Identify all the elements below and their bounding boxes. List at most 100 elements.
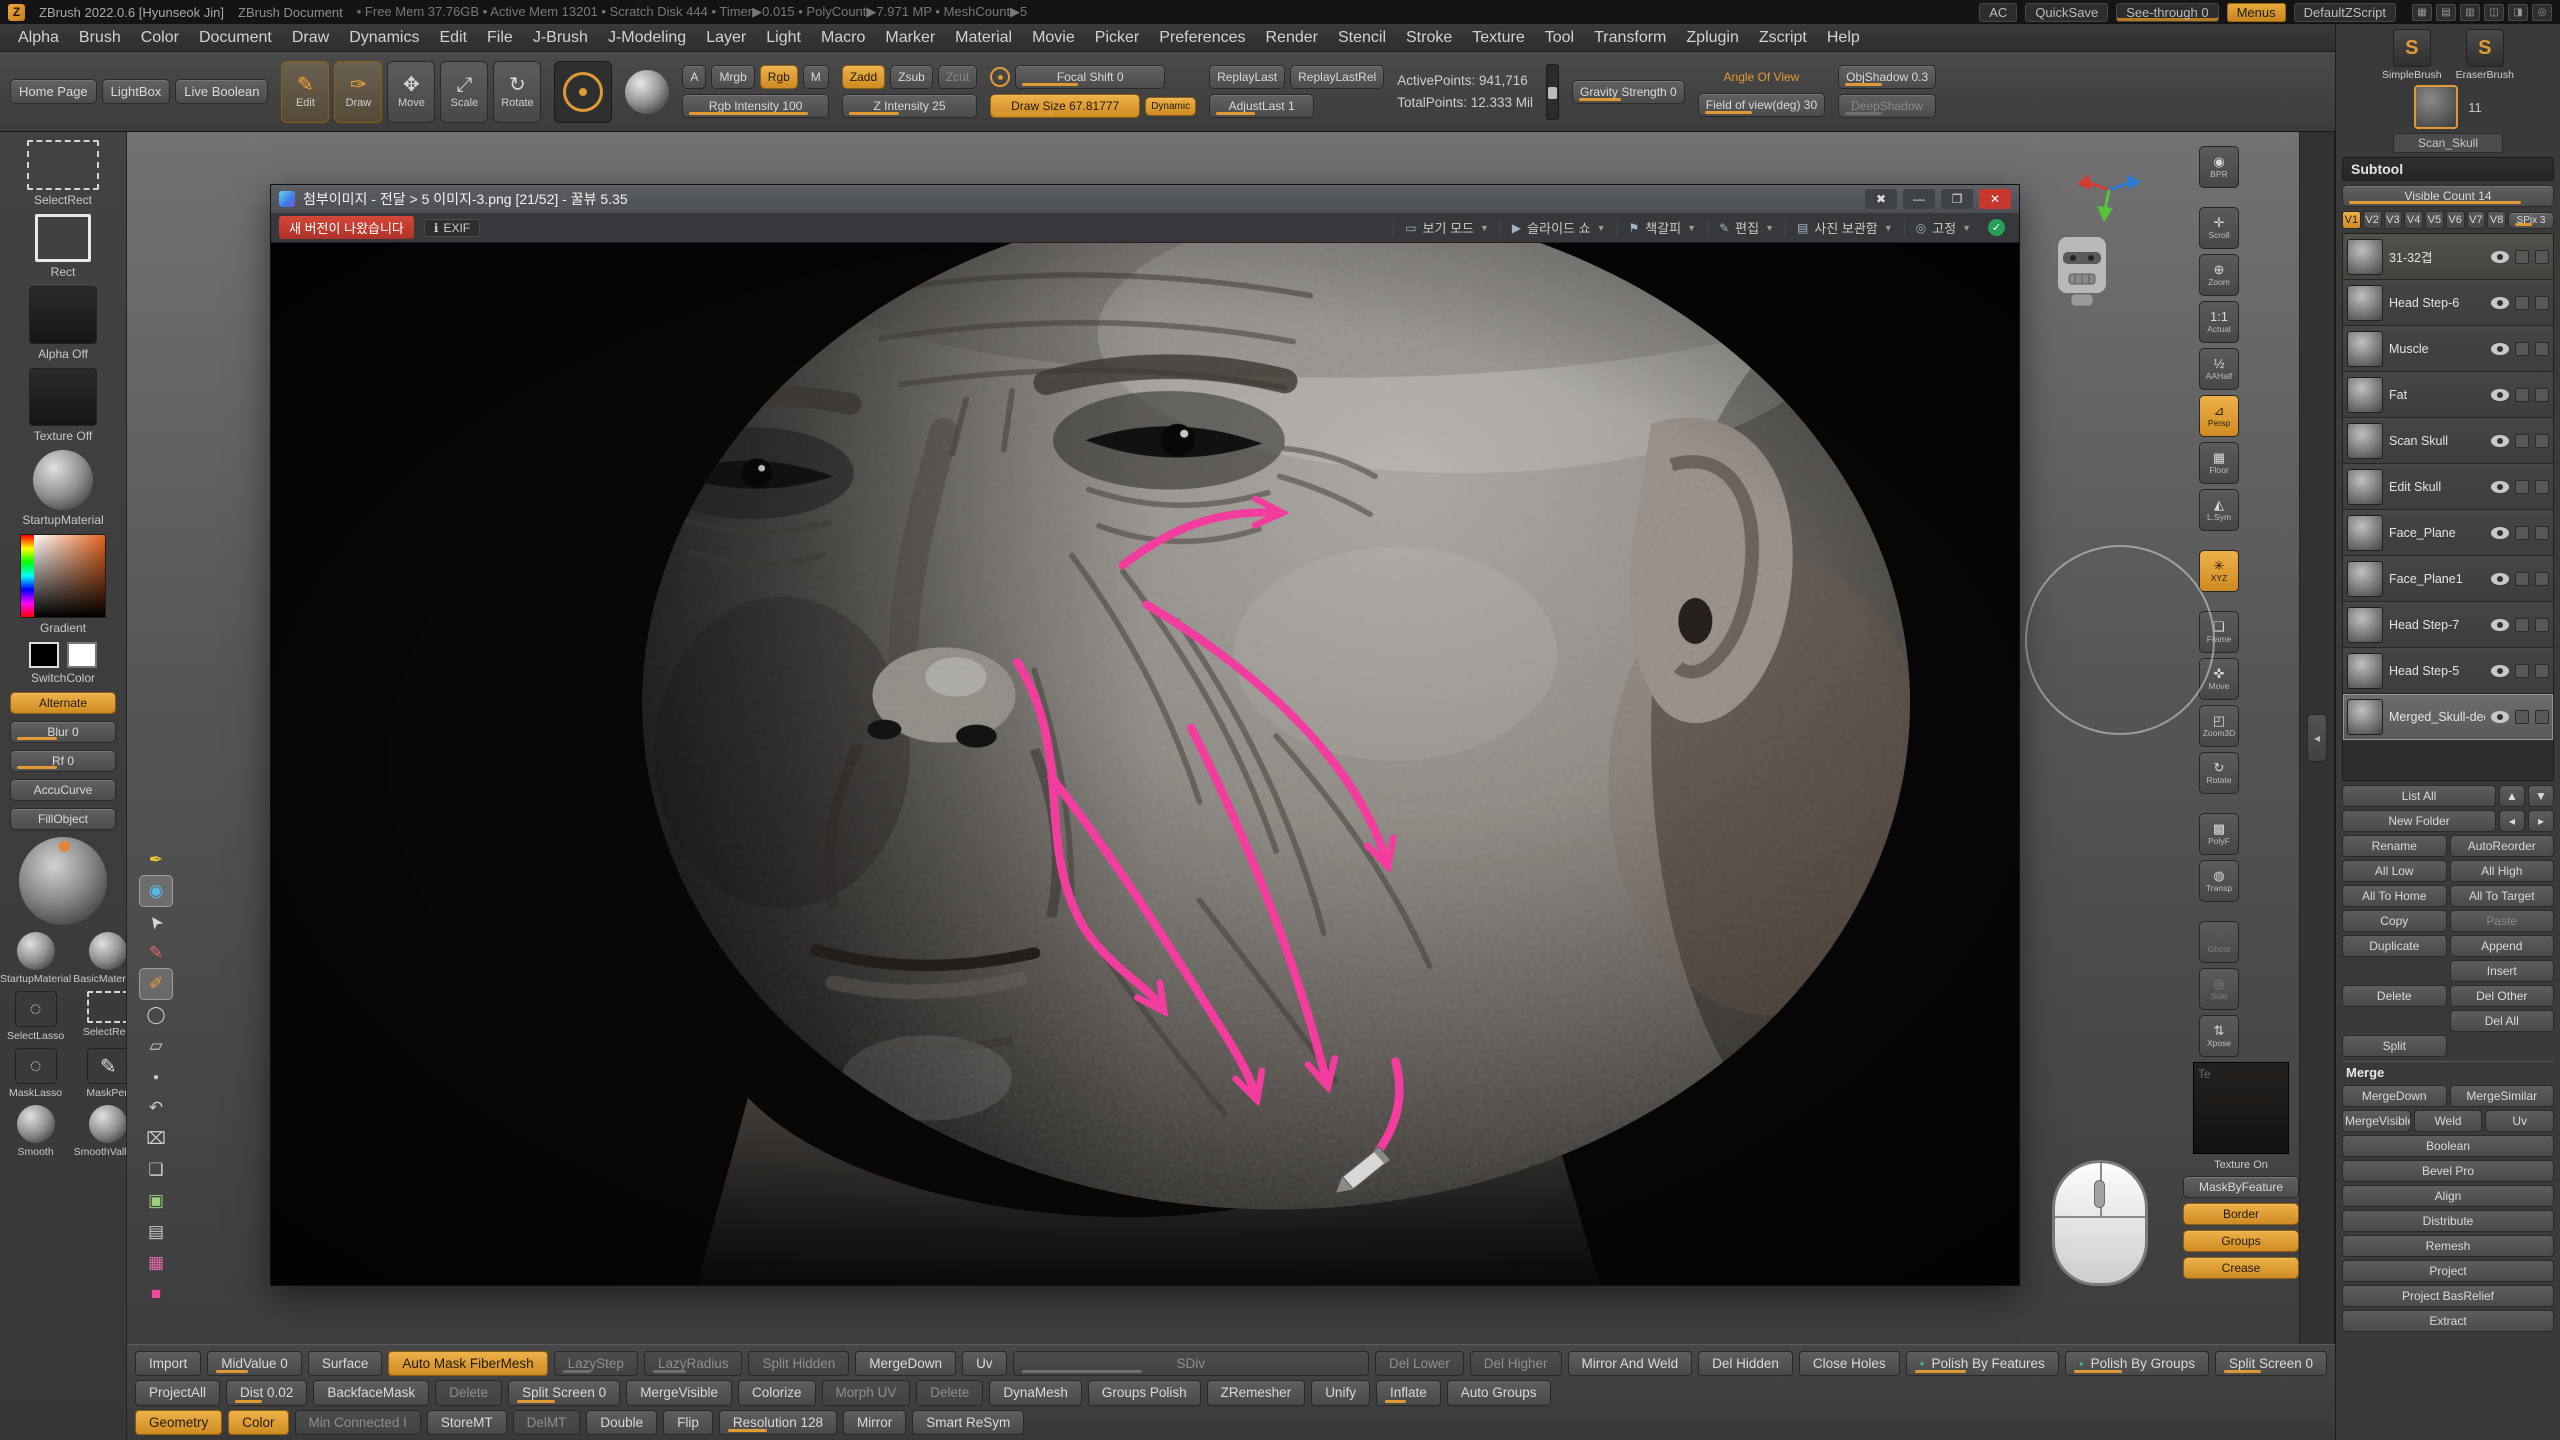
subtool-thumbnail[interactable] <box>2347 561 2383 597</box>
eye-icon[interactable] <box>2491 527 2509 539</box>
obj-shadow-slider[interactable]: ObjShadow 0.3 <box>1838 65 1936 89</box>
subtool-action-button[interactable]: Del Other <box>2450 985 2555 1007</box>
layout-preset-icon[interactable]: ◨ <box>2508 4 2528 21</box>
color-picker[interactable]: Gradient <box>20 534 106 635</box>
bottom-button[interactable]: BackfaceMask <box>313 1380 429 1405</box>
pen-icon[interactable]: ✎ <box>140 938 172 968</box>
tray-collapse-handle[interactable]: ◂ <box>2307 714 2327 762</box>
left-tray-item[interactable]: Texture Off <box>29 368 97 443</box>
bottom-button[interactable]: Colorize <box>738 1380 816 1405</box>
titlebar-button[interactable]: Menus <box>2227 3 2286 22</box>
merge-action-button[interactable]: Remesh <box>2342 1235 2554 1257</box>
eye-icon[interactable] <box>2491 435 2509 447</box>
layout-preset-icon[interactable]: ◫ <box>2484 4 2504 21</box>
bottom-button[interactable]: Split Screen 0 <box>2215 1351 2327 1376</box>
left-tray-item[interactable]: Smooth <box>17 1105 55 1158</box>
right-shelf-button[interactable]: ✳ XYZ <box>2199 550 2239 592</box>
bottom-button[interactable]: Min Connected I <box>295 1410 421 1435</box>
polypaint-toggle-icon[interactable] <box>2515 664 2529 678</box>
merge-action-button[interactable]: Align <box>2342 1185 2554 1207</box>
right-shelf-button[interactable]: ◌ Ghost <box>2199 921 2239 963</box>
fillobject-button[interactable]: FillObject <box>10 808 116 830</box>
subtool-action-button[interactable]: Copy <box>2342 910 2447 932</box>
uv-toggle-icon[interactable] <box>2535 480 2549 494</box>
eye-icon[interactable] <box>2491 297 2509 309</box>
bottom-button[interactable]: Polish By Features <box>1906 1351 2059 1376</box>
bottom-button[interactable]: Split Hidden <box>748 1351 849 1376</box>
subtool-action-button[interactable]: New Folder <box>2342 810 2496 832</box>
polypaint-toggle-icon[interactable] <box>2515 434 2529 448</box>
right-shelf-button[interactable]: ⊕ Zoom <box>2199 254 2239 296</box>
subtool-action-button[interactable]: Split <box>2342 1035 2447 1057</box>
fov-slider[interactable]: Field of view(deg) 30 <box>1698 93 1825 117</box>
bottom-button[interactable]: MidValue 0 <box>207 1351 302 1376</box>
palette-icon[interactable]: ▦ <box>140 1248 172 1278</box>
menu-item[interactable]: Texture <box>1462 27 1534 49</box>
bottom-button[interactable]: Double <box>586 1410 657 1435</box>
rf-slider[interactable]: Rf 0 <box>10 750 116 772</box>
left-tray-item[interactable]: Alpha Off <box>29 286 97 361</box>
focal-shift-slider[interactable]: Focal Shift 0 <box>1015 65 1165 89</box>
titlebar-button[interactable]: See-through 0 <box>2116 3 2218 22</box>
points-vslider[interactable] <box>1546 64 1559 120</box>
bottom-button[interactable]: Delete <box>916 1380 983 1405</box>
subtool-view-tab[interactable]: V4 <box>2404 211 2423 229</box>
viewer-menu-item[interactable]: ⚑ 책갈피 ▼ <box>1617 218 1708 237</box>
subtool-row[interactable]: Head Step-5 <box>2343 648 2553 694</box>
left-tray-item[interactable]: StartupMaterial <box>22 450 103 527</box>
bottom-button[interactable]: Groups Polish <box>1088 1380 1201 1405</box>
texture-thumbnail[interactable]: Te <box>2193 1062 2289 1154</box>
layout-preset-icon[interactable]: ◎ <box>2532 4 2552 21</box>
pin-icon[interactable]: ✒ <box>140 845 172 875</box>
strip-button[interactable]: MaskByFeature <box>2183 1176 2299 1198</box>
right-shelf-button[interactable]: ◉ BPR <box>2199 146 2239 188</box>
subtool-view-tab[interactable]: V2 <box>2363 211 2382 229</box>
right-shelf-button[interactable]: ⇅ Xpose <box>2199 1015 2239 1057</box>
menu-item[interactable]: Draw <box>282 27 339 49</box>
merge-action-button[interactable]: Bevel Pro <box>2342 1160 2554 1182</box>
merge-action-button[interactable]: Extract <box>2342 1310 2554 1332</box>
main-color-swatch[interactable] <box>29 642 59 668</box>
right-shelf-button[interactable]: ½ AAHalf <box>2199 348 2239 390</box>
draw-button[interactable]: ✑Draw <box>334 61 382 123</box>
subtool-thumbnail[interactable] <box>2347 285 2383 321</box>
uv-toggle-icon[interactable] <box>2535 434 2549 448</box>
subtool-action-button[interactable]: Duplicate <box>2342 935 2447 957</box>
subtool-action-button[interactable]: Rename <box>2342 835 2447 857</box>
bottom-button[interactable]: Del Lower <box>1375 1351 1464 1376</box>
bottom-button[interactable]: Flip <box>663 1410 713 1435</box>
uv-toggle-icon[interactable] <box>2535 572 2549 586</box>
gravity-slider[interactable]: Gravity Strength 0 <box>1572 80 1685 104</box>
bottom-button[interactable]: MergeDown <box>855 1351 956 1376</box>
adjust-last-slider[interactable]: AdjustLast 1 <box>1209 94 1314 118</box>
z-intensity-slider[interactable]: Z Intensity 25 <box>842 94 977 118</box>
eye-icon[interactable] <box>2491 343 2509 355</box>
right-shelf-button[interactable]: ⊿ Persp <box>2199 395 2239 437</box>
subtool-thumbnail[interactable] <box>2347 377 2383 413</box>
menu-item[interactable]: Zscript <box>1749 27 1817 49</box>
undo-icon[interactable]: ↶ <box>140 1093 172 1123</box>
menu-item[interactable]: Alpha <box>8 27 69 49</box>
left-tray-item[interactable]: BasicMaterialB <box>73 932 127 985</box>
new-version-badge[interactable]: 새 버전이 나왔습니다 <box>279 216 414 239</box>
color-a-button[interactable]: A <box>682 65 706 89</box>
uv-toggle-icon[interactable] <box>2535 388 2549 402</box>
merge-action-button[interactable]: MergeSimilar <box>2450 1085 2555 1107</box>
bottom-button[interactable]: Surface <box>308 1351 383 1376</box>
strip-button[interactable]: Crease <box>2183 1257 2299 1279</box>
left-tray-item[interactable]: StartupMaterial <box>0 932 71 985</box>
strip-button[interactable]: Groups <box>2183 1230 2299 1252</box>
bottom-button[interactable]: Split Screen 0 <box>508 1380 620 1405</box>
subtool-action-button[interactable]: Delete <box>2342 985 2447 1007</box>
document-icon[interactable]: ▤ <box>140 1217 172 1247</box>
subtool-thumbnail[interactable] <box>2347 331 2383 367</box>
subtool-action-button[interactable]: All Low <box>2342 860 2447 882</box>
uv-toggle-icon[interactable] <box>2535 710 2549 724</box>
brush-preview[interactable] <box>554 61 612 123</box>
bottom-button[interactable]: ZRemesher <box>1207 1380 1306 1405</box>
right-shelf-button[interactable]: ✛ Scroll <box>2199 207 2239 249</box>
subtool-row[interactable]: Scan Skull <box>2343 418 2553 464</box>
replay-last-rel-button[interactable]: ReplayLastRel <box>1290 65 1384 89</box>
bottom-button[interactable]: LazyStep <box>554 1351 638 1376</box>
merge-action-button[interactable]: MergeDown <box>2342 1085 2447 1107</box>
